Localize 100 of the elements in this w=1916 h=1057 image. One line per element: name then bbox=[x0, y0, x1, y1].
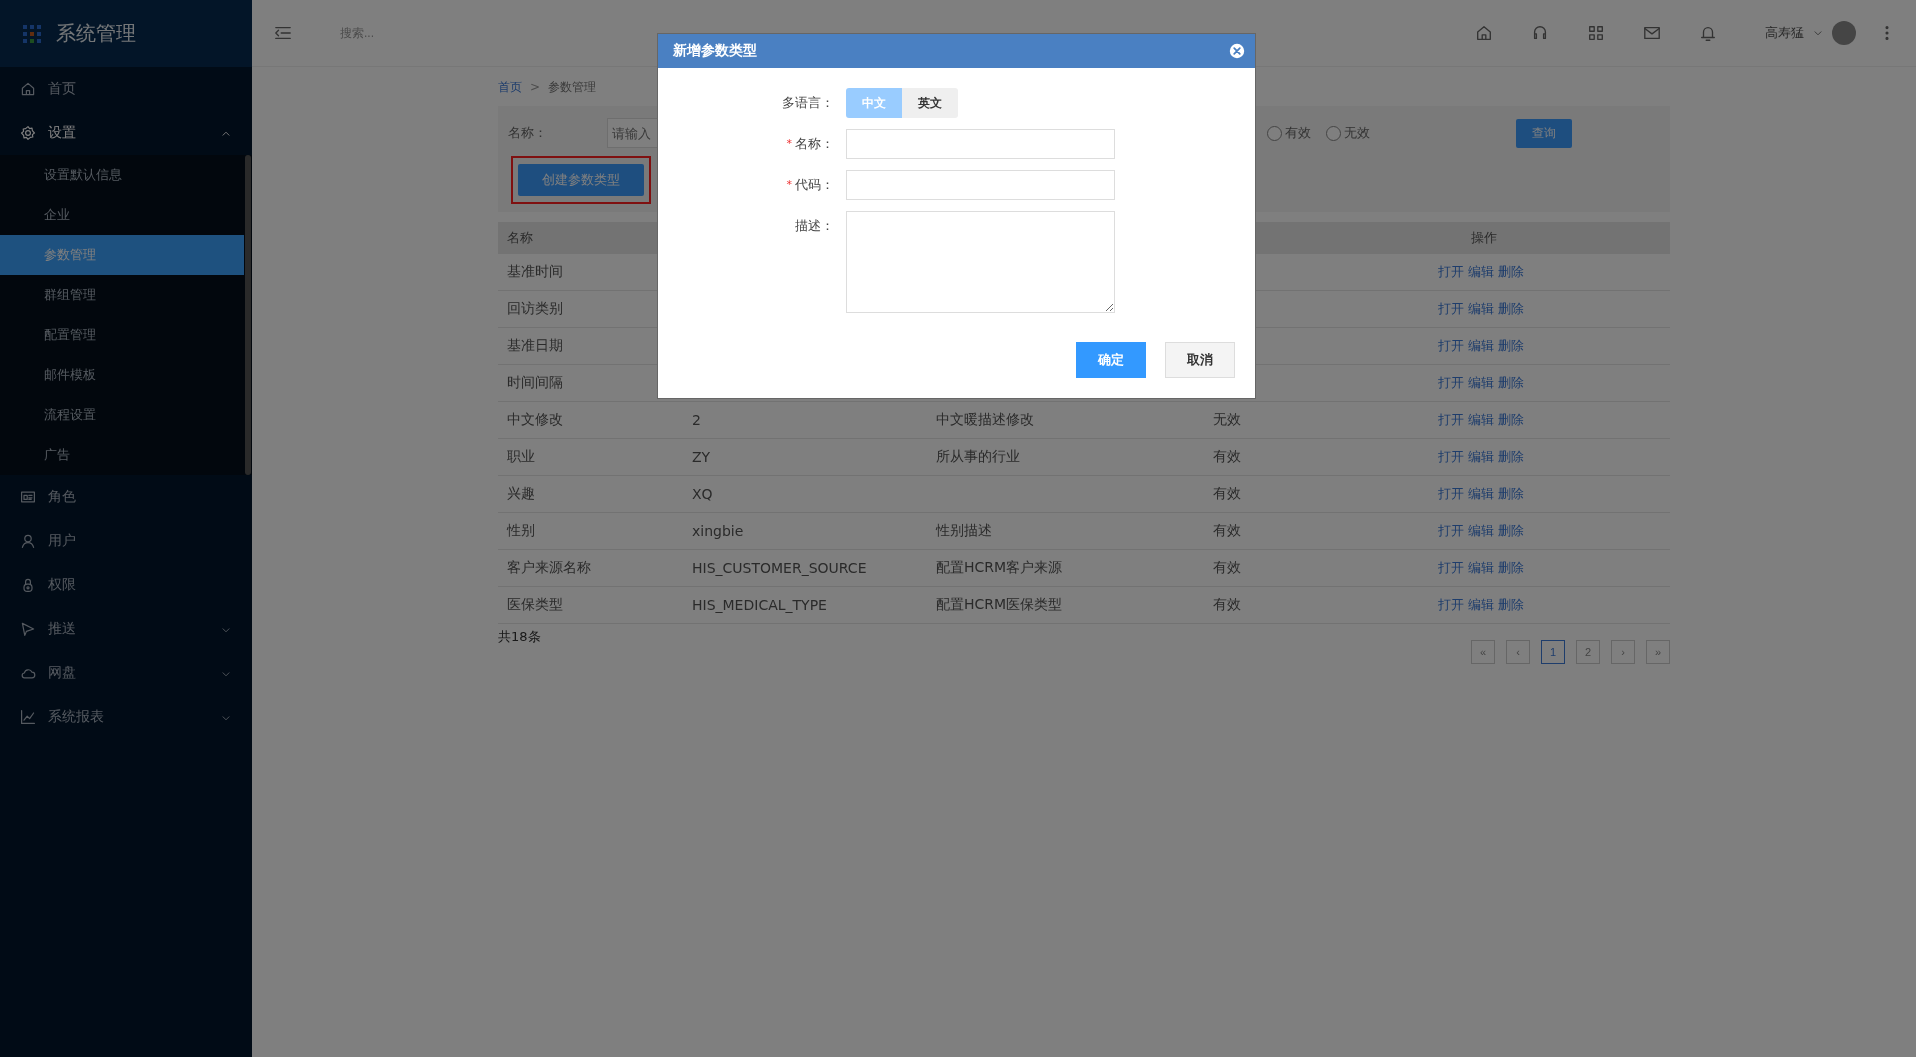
home-icon bbox=[20, 81, 36, 97]
action-link[interactable]: 编辑 bbox=[1468, 559, 1494, 577]
create-button[interactable]: 创建参数类型 bbox=[518, 164, 644, 196]
close-icon[interactable] bbox=[1229, 43, 1245, 59]
table-cell-text: 有效 bbox=[1213, 559, 1242, 577]
action-link[interactable]: 删除 bbox=[1498, 448, 1524, 466]
submenu-item[interactable]: 设置默认信息 bbox=[0, 155, 244, 195]
filter-label: 名称： bbox=[508, 124, 548, 142]
action-link[interactable]: 删除 bbox=[1498, 374, 1524, 392]
form-label: 代码： bbox=[795, 176, 834, 194]
text-input[interactable] bbox=[846, 129, 1115, 159]
submenu-item[interactable]: 群组管理 bbox=[0, 275, 244, 315]
table-cell-text: 无效 bbox=[1213, 411, 1242, 429]
avatar[interactable] bbox=[1832, 21, 1856, 45]
submenu-item[interactable]: 广告 bbox=[0, 435, 244, 475]
action-link[interactable]: 删除 bbox=[1498, 596, 1524, 614]
submenu-item[interactable]: 配置管理 bbox=[0, 315, 244, 355]
sidebar-item[interactable]: 推送 bbox=[0, 607, 252, 651]
settings-icon bbox=[20, 125, 36, 141]
language-tab[interactable]: 中文 bbox=[846, 88, 902, 118]
action-link[interactable]: 删除 bbox=[1498, 485, 1524, 503]
app-logo-icon bbox=[22, 23, 42, 44]
action-link[interactable]: 删除 bbox=[1498, 522, 1524, 540]
action-link[interactable]: 打开 bbox=[1438, 559, 1464, 577]
action-link[interactable]: 打开 bbox=[1438, 374, 1464, 392]
scrollbar[interactable] bbox=[245, 155, 251, 475]
column-header: 名称 bbox=[506, 229, 534, 247]
sidebar-item[interactable]: 角色 bbox=[0, 475, 252, 519]
headset-icon[interactable] bbox=[1531, 24, 1549, 42]
lock-icon bbox=[20, 577, 36, 593]
sidebar-item[interactable]: 首页 bbox=[0, 67, 252, 111]
grid-icon[interactable] bbox=[1587, 24, 1605, 42]
table-cell-text: 时间间隔 bbox=[506, 374, 564, 392]
table-cell-text: 配置HCRM客户来源 bbox=[936, 559, 1064, 577]
page-button[interactable]: « bbox=[1471, 640, 1495, 664]
action-link[interactable]: 编辑 bbox=[1468, 374, 1494, 392]
page-button[interactable]: » bbox=[1646, 640, 1670, 664]
action-link[interactable]: 打开 bbox=[1438, 448, 1464, 466]
home-icon[interactable] bbox=[1475, 24, 1493, 42]
language-tab[interactable]: 英文 bbox=[902, 88, 958, 118]
table-cell-text: 回访类别 bbox=[506, 300, 564, 318]
action-link[interactable]: 打开 bbox=[1438, 337, 1464, 355]
page-button[interactable]: 1 bbox=[1541, 640, 1565, 664]
page-button[interactable]: ‹ bbox=[1506, 640, 1530, 664]
action-link[interactable]: 打开 bbox=[1438, 596, 1464, 614]
radio-button[interactable] bbox=[1267, 125, 1282, 141]
radio-button[interactable] bbox=[1326, 125, 1341, 141]
sidebar-item[interactable]: 用户 bbox=[0, 519, 252, 563]
send-icon bbox=[20, 621, 36, 637]
table-cell-text: XQ bbox=[692, 486, 714, 502]
cancel-button[interactable]: 取消 bbox=[1165, 342, 1235, 378]
line-chart-icon bbox=[20, 709, 36, 725]
table-cell-text: xingbie bbox=[692, 523, 745, 539]
column-header: 操作 bbox=[1471, 230, 1497, 245]
action-link[interactable]: 删除 bbox=[1498, 411, 1524, 429]
action-link[interactable]: 编辑 bbox=[1468, 522, 1494, 540]
dialog-title: 新增参数类型 bbox=[673, 42, 757, 60]
required-mark: * bbox=[786, 136, 792, 152]
confirm-button[interactable]: 确定 bbox=[1076, 342, 1146, 378]
submenu-item[interactable]: 参数管理 bbox=[0, 235, 244, 275]
action-link[interactable]: 打开 bbox=[1438, 300, 1464, 318]
submenu-item[interactable]: 企业 bbox=[0, 195, 244, 235]
action-link[interactable]: 编辑 bbox=[1468, 596, 1494, 614]
submenu-item[interactable]: 邮件模板 bbox=[0, 355, 244, 395]
table-cell-text: ZY bbox=[692, 449, 712, 465]
user-name[interactable]: 高寿猛 bbox=[1765, 24, 1804, 42]
form-label: 多语言： bbox=[781, 94, 835, 112]
table-cell-text: 中文暖描述修改 bbox=[936, 411, 1035, 429]
action-link[interactable]: 编辑 bbox=[1468, 263, 1494, 281]
text-input[interactable] bbox=[846, 170, 1115, 200]
bell-icon[interactable] bbox=[1699, 24, 1717, 42]
action-link[interactable]: 编辑 bbox=[1468, 485, 1494, 503]
action-link[interactable]: 删除 bbox=[1498, 263, 1524, 281]
action-link[interactable]: 打开 bbox=[1438, 485, 1464, 503]
page-button[interactable]: › bbox=[1611, 640, 1635, 664]
total-count: 共18条 bbox=[498, 628, 542, 646]
radio-label: 无效 bbox=[1344, 124, 1370, 142]
action-link[interactable]: 编辑 bbox=[1468, 300, 1494, 318]
action-link[interactable]: 编辑 bbox=[1468, 448, 1494, 466]
action-link[interactable]: 编辑 bbox=[1468, 411, 1494, 429]
sidebar-item[interactable]: 权限 bbox=[0, 563, 252, 607]
action-link[interactable]: 编辑 bbox=[1468, 337, 1494, 355]
sidebar-item[interactable]: 系统报表 bbox=[0, 695, 252, 739]
table-cell-text: 兴趣 bbox=[506, 485, 536, 503]
submenu-item[interactable]: 流程设置 bbox=[0, 395, 244, 435]
sidebar-item[interactable]: 设置 bbox=[0, 111, 252, 155]
radio-label: 有效 bbox=[1285, 124, 1311, 142]
action-link[interactable]: 打开 bbox=[1438, 263, 1464, 281]
sidebar-item[interactable]: 网盘 bbox=[0, 651, 252, 695]
action-link[interactable]: 删除 bbox=[1498, 337, 1524, 355]
action-link[interactable]: 删除 bbox=[1498, 300, 1524, 318]
query-button[interactable]: 查询 bbox=[1516, 118, 1572, 148]
table-cell-text: 有效 bbox=[1213, 596, 1242, 614]
table-cell-text: 有效 bbox=[1213, 522, 1242, 540]
mail-icon[interactable] bbox=[1643, 24, 1661, 42]
action-link[interactable]: 打开 bbox=[1438, 522, 1464, 540]
action-link[interactable]: 打开 bbox=[1438, 411, 1464, 429]
menu-icon[interactable] bbox=[274, 24, 292, 42]
action-link[interactable]: 删除 bbox=[1498, 559, 1524, 577]
breadcrumb-link[interactable]: 首页 bbox=[498, 78, 522, 96]
